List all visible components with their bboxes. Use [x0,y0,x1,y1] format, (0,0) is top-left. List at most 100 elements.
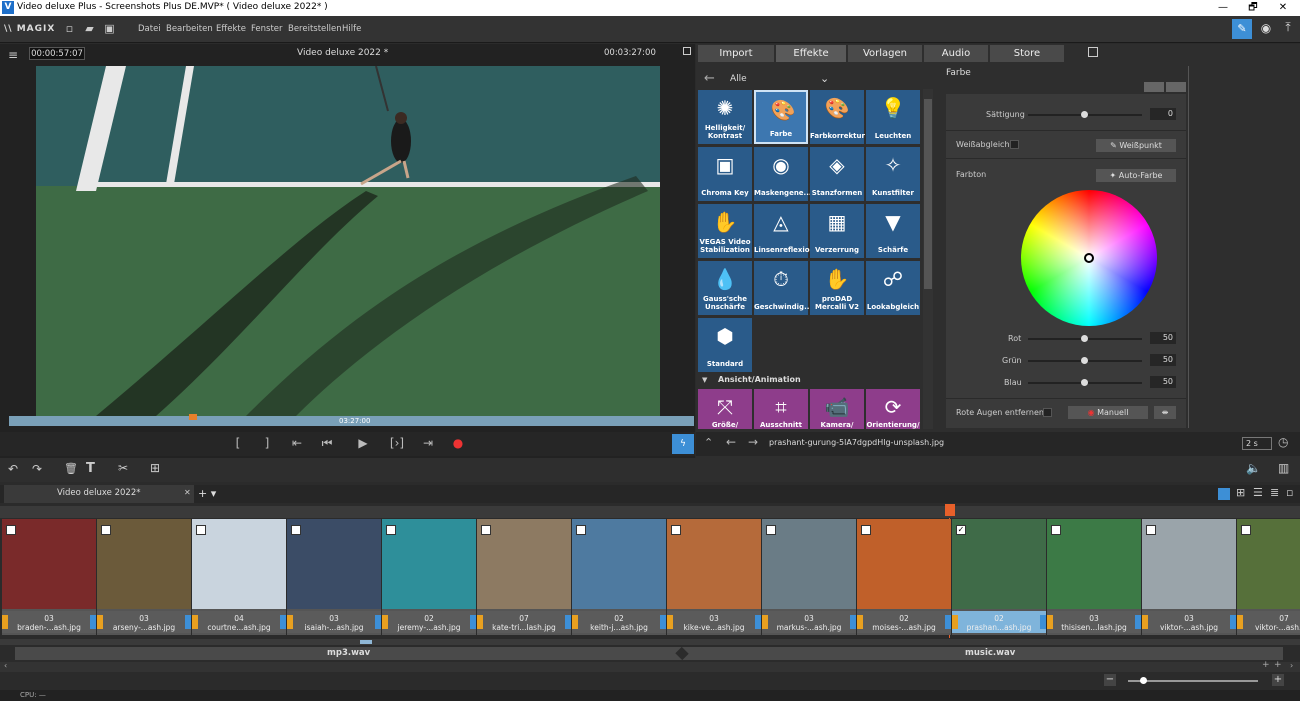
delete-icon[interactable]: 🗑 [64,462,78,475]
clip-out-marker[interactable] [1135,615,1141,629]
forward-icon[interactable]: → [748,435,758,449]
effect-tile[interactable]: ▦ Verzerrung [810,204,864,258]
clip-checkbox[interactable] [1241,525,1251,535]
go-to-start-icon[interactable]: ⇤ [287,436,307,450]
animation-tile[interactable]: ⌗ Ausschnitt [754,389,808,429]
red-knob[interactable] [1081,335,1088,342]
maximize-panel-icon[interactable] [1088,47,1098,57]
go-to-end-icon[interactable]: ⇥ [418,436,438,450]
menu-hilfe[interactable]: Hilfe [342,24,361,34]
disc-icon[interactable]: ◉ [1258,21,1274,37]
green-knob[interactable] [1081,357,1088,364]
storyboard-clip[interactable]: 04 courtne...ash.jpg [192,519,286,635]
green-value[interactable]: 50 [1150,354,1176,366]
clip-checkbox[interactable] [386,525,396,535]
storyboard-clip[interactable]: 03 isaiah-...ash.jpg [287,519,381,635]
clip-in-marker[interactable] [2,615,8,629]
collapse-triangle-icon[interactable]: ▼ [702,376,707,384]
tab-vorlagen[interactable]: Vorlagen [848,45,922,62]
effect-tile[interactable]: 💡 Leuchten [866,90,920,144]
clip-in-marker[interactable] [192,615,198,629]
animation-tile[interactable]: ⤧ Größe/ [698,389,752,429]
back-arrow-icon[interactable]: ← [704,71,715,86]
zoom-in-button[interactable]: + [1272,674,1284,686]
clip-in-marker[interactable] [1142,615,1148,629]
animation-tile[interactable]: ⟳ Orientierung/ [866,389,920,429]
storyboard-clip[interactable]: 07viktor-...ash.jpg [1237,519,1300,635]
clip-checkbox[interactable] [6,525,16,535]
new-file-icon[interactable]: ▫ [63,22,76,35]
clip-checkbox[interactable]: ✓ [956,525,966,535]
menu-effekte[interactable]: Effekte [216,24,246,34]
volume-icon[interactable]: 🔈 [1246,461,1261,475]
menu-fenster[interactable]: Fenster [251,24,283,34]
clip-in-marker[interactable] [572,615,578,629]
save-icon[interactable]: ▣ [103,22,116,35]
undo-icon[interactable]: ↶ [8,462,18,476]
animation-tile[interactable]: 📹 Kamera/ [810,389,864,429]
play-button[interactable]: ▶ [353,436,373,450]
clip-checkbox[interactable] [576,525,586,535]
close-button[interactable]: ✕ [1268,0,1298,16]
tab-import[interactable]: Import [698,45,774,62]
clip-out-marker[interactable] [375,615,381,629]
clip-checkbox[interactable] [766,525,776,535]
playhead-marker[interactable] [189,414,197,420]
color-wheel[interactable] [1021,190,1157,326]
project-tab[interactable]: Video deluxe 2022* ✕ [4,485,194,503]
effect-tile[interactable]: ◈ Stanzformen [810,147,864,201]
maximize-preview-icon[interactable] [683,47,691,55]
effect-tile[interactable]: ▣ Chroma Key [698,147,752,201]
clip-out-marker[interactable] [945,615,951,629]
mark-in-button[interactable]: [ [228,436,248,450]
previous-frame-icon[interactable]: ⏮ [317,436,337,451]
storyboard-clip[interactable]: 03 markus-...ash.jpg [762,519,856,635]
add-project-icon[interactable]: + ▾ [198,487,216,500]
text-tool-icon[interactable]: T [86,461,95,476]
red-eye-checkbox[interactable] [1043,408,1052,417]
list-view-icon[interactable]: ☰ [1253,486,1263,499]
horizontal-scrollbar[interactable]: ‹ + + › [0,660,1300,672]
close-tab-icon[interactable]: ✕ [184,488,191,497]
clip-checkbox[interactable] [671,525,681,535]
effect-tile[interactable]: ☍ Lookabgleich [866,261,920,315]
clip-in-marker[interactable] [1047,615,1053,629]
effect-tile[interactable]: ◬ Linsenreflexion [754,204,815,258]
maximize-timeline-icon[interactable]: ▫ [1286,486,1293,499]
saturation-knob[interactable] [1081,111,1088,118]
effect-tile[interactable]: 🎨 Farbe [754,90,808,144]
storyboard-clip[interactable]: 03 arseny-...ash.jpg [97,519,191,635]
clock-icon[interactable]: ◷ [1278,435,1288,449]
preview-scrubber[interactable]: 03:27:00 [9,414,694,426]
zoom-knob[interactable] [1140,677,1147,684]
clip-in-marker[interactable] [1237,615,1243,629]
clip-out-marker[interactable] [565,615,571,629]
clip-checkbox[interactable] [861,525,871,535]
storyboard-clip[interactable]: 07 kate-tri...lash.jpg [477,519,571,635]
clip-in-marker[interactable] [97,615,103,629]
mark-out-button[interactable]: ] [257,436,277,450]
up-icon[interactable]: ⌃ [704,436,713,449]
storyboard-view-icon[interactable] [1218,488,1230,500]
clip-out-marker[interactable] [755,615,761,629]
color-wheel-cursor[interactable] [1084,253,1094,263]
mixer-icon[interactable]: ▥ [1278,461,1289,475]
clip-in-marker[interactable] [857,615,863,629]
effect-tile[interactable]: ⏱ Geschwindig... [754,261,812,315]
storyboard-clip[interactable]: 03 thisisen...lash.jpg [1047,519,1141,635]
clip-in-marker[interactable] [287,615,293,629]
maximize-button[interactable]: 🗗 [1238,0,1268,16]
audio-track[interactable]: mp3.wav music.wav [15,646,1283,661]
zoom-slider[interactable] [1128,680,1258,682]
zoom-out-button[interactable]: − [1104,674,1116,686]
hamburger-menu-icon[interactable]: ≡ [8,48,18,62]
minimize-button[interactable]: — [1208,0,1238,16]
menu-datei[interactable]: Datei [138,24,161,34]
clip-in-marker[interactable] [952,615,958,629]
mode-switch-icon[interactable]: ✎ [1232,19,1252,39]
clip-out-marker[interactable] [1040,615,1046,629]
grid-view-icon[interactable]: ⊞ [1236,486,1245,499]
audio-clip-1[interactable]: mp3.wav [327,648,370,658]
storyboard-clip[interactable]: 02 moises-...ash.jpg [857,519,951,635]
clip-checkbox[interactable] [291,525,301,535]
